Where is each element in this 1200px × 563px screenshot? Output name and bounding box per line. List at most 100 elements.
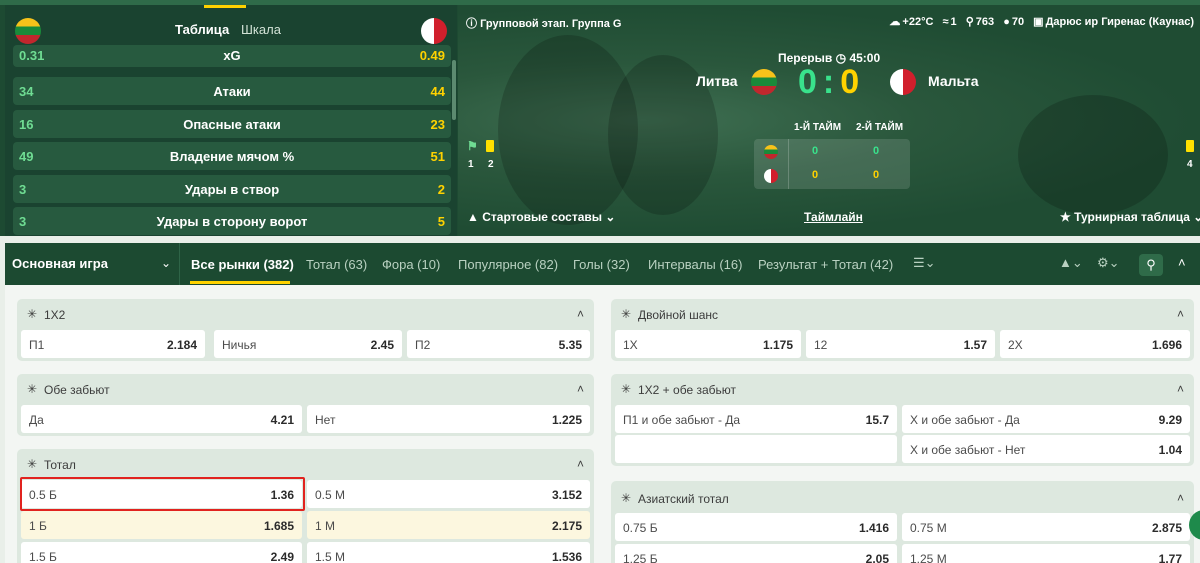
trophy-icon: ★: [1060, 210, 1071, 224]
odd-button[interactable]: Да 4.21: [21, 405, 302, 433]
chevron-down-icon: ⌄: [1193, 210, 1200, 224]
lineups-button[interactable]: ▲ Стартовые составы ⌄: [467, 210, 615, 224]
stats-scrollbar[interactable]: [452, 60, 456, 120]
stat-label: Удары в створ: [184, 182, 280, 197]
standings-button[interactable]: ★ Турнирная таблица ⌄: [1060, 210, 1200, 224]
chevron-up-icon[interactable]: ˄: [577, 382, 584, 396]
tab-popular[interactable]: Популярное (82): [458, 257, 558, 272]
tab-intervals[interactable]: Интервалы (16): [648, 257, 742, 272]
shirt-icon: ▲: [467, 210, 479, 224]
tab-handicap[interactable]: Фора (10): [382, 257, 440, 272]
empty-odd-cell: [615, 435, 897, 463]
bell-icon[interactable]: ▲⌄: [1059, 255, 1083, 271]
corner-flag-icon: ⚑: [467, 139, 478, 153]
background-player-shape: [1018, 95, 1168, 215]
search-button[interactable]: ⚲: [1139, 254, 1163, 276]
match-header: Таблица Шкала 0.31 xG 0.49 34 Атаки 44 1…: [0, 0, 1200, 236]
pin-icon[interactable]: ✳: [27, 457, 37, 471]
tab-table[interactable]: Таблица: [175, 22, 229, 37]
away-yellow-cards: 4: [1187, 159, 1193, 170]
odd-button[interactable]: 1.25 М 1.77: [902, 544, 1190, 563]
yellow-card-icon: [486, 140, 494, 152]
stat-label: Опасные атаки: [183, 117, 281, 132]
stadium-name: Дарюс ир Гиренас (Каунас): [1045, 16, 1194, 28]
odd-button[interactable]: П1 и обе забьют - Да 15.7: [615, 405, 897, 433]
chevron-down-icon: ⌄: [160, 256, 171, 270]
lithuania-flag-icon: [15, 18, 41, 44]
home-corners: 1: [468, 159, 474, 170]
market-header[interactable]: ✳ 1X2 + обе забьют ˄: [611, 374, 1194, 404]
weather-info: ☁ +22°C ≈1 ⚲ 763 ● 70 ▣ Дарюс ир Гиренас (Ка…: [883, 15, 1194, 28]
away-team-name: Мальта: [928, 73, 979, 89]
odd-button[interactable]: 1X 1.175: [615, 330, 801, 358]
tab-total[interactable]: Тотал (63): [306, 257, 367, 272]
pin-icon[interactable]: ✳: [621, 491, 631, 505]
pressure-value: 763: [975, 16, 995, 28]
stat-row: 49 Владение мячом % 51: [13, 142, 451, 170]
odd-button[interactable]: 2X 1.696: [1000, 330, 1190, 358]
odd-button[interactable]: 1.25 Б 2.05: [615, 544, 897, 563]
chevron-up-icon[interactable]: ˄: [577, 457, 584, 471]
odd-button[interactable]: П2 5.35: [407, 330, 590, 358]
market-both-score: ✳ Обе забьют ˄ Да 4.21 Нет 1.225: [17, 374, 594, 436]
chevron-up-icon[interactable]: ˄: [1177, 382, 1184, 396]
stat-row: 34 Атаки 44: [13, 77, 451, 105]
stat-row: 0.31 xG 0.49: [13, 45, 451, 67]
match-panel: ⓘ Групповой этап. Группа G ☁ +22°C ≈1 ⚲ 76…: [458, 5, 1200, 236]
odd-button[interactable]: Ничья 2.45: [214, 330, 402, 358]
stat-away: 44: [430, 84, 445, 99]
odd-button[interactable]: 0.75 Б 1.416: [615, 513, 897, 541]
odd-button[interactable]: 1 М 2.175: [307, 511, 590, 539]
odd-button[interactable]: Х и обе забьют - Да 9.29: [902, 405, 1190, 433]
markets-area: ✳ 1X2 ˄ П1 2.184 Ничья 2.45 П2 5.35 ✳ Двойн…: [5, 285, 1200, 563]
odd-button[interactable]: 1 Б 1.685: [21, 511, 302, 539]
odd-button[interactable]: 12 1.57: [806, 330, 995, 358]
temperature: +22°C: [902, 16, 934, 28]
odd-button[interactable]: Нет 1.225: [307, 405, 590, 433]
cloud-icon: ☁: [889, 16, 901, 28]
away-first-half: 0: [812, 169, 819, 181]
pin-icon[interactable]: ✳: [27, 307, 37, 321]
chevron-up-icon[interactable]: ˄: [577, 307, 584, 321]
odd-button[interactable]: 1.5 М 1.536: [307, 542, 590, 563]
timeline-link[interactable]: Таймлайн: [804, 210, 863, 224]
main-game-dropdown[interactable]: Основная игра ⌄: [5, 243, 180, 285]
active-tab-underline: [190, 281, 290, 284]
tab-underline: [204, 5, 246, 8]
pin-icon[interactable]: ✳: [27, 382, 37, 396]
stat-row: 3 Удары в створ 2: [13, 175, 451, 203]
market-header[interactable]: ✳ 1X2 ˄: [17, 299, 594, 329]
odd-button[interactable]: 1.5 Б 2.49: [21, 542, 302, 563]
pin-icon[interactable]: ✳: [621, 382, 631, 396]
lithuania-flag-icon: [764, 145, 778, 159]
search-icon: ⚲: [1146, 257, 1156, 272]
tab-all-markets[interactable]: Все рынки (382): [191, 257, 294, 272]
odd-button[interactable]: 0.75 М 2.875: [902, 513, 1190, 541]
market-header[interactable]: ✳ Обе забьют ˄: [17, 374, 594, 404]
odd-button[interactable]: Х и обе забьют - Нет 1.04: [902, 435, 1190, 463]
market-header[interactable]: ✳ Двойной шанс ˄: [611, 299, 1194, 329]
half-score-table: 0 0 0 0: [754, 139, 910, 189]
chevron-up-icon[interactable]: ˄: [1177, 307, 1184, 321]
info-icon: ⓘ: [466, 18, 477, 30]
home-yellow-cards: 2: [488, 159, 494, 170]
stat-label: xG: [223, 48, 241, 63]
wind-icon: ≈: [942, 16, 949, 28]
chevron-up-icon[interactable]: ˄: [1177, 491, 1184, 505]
more-menu-icon[interactable]: ☰⌄: [913, 255, 936, 271]
stat-label: Удары в сторону ворот: [156, 214, 308, 229]
odd-button[interactable]: П1 2.184: [21, 330, 205, 358]
tab-result-total[interactable]: Результат + Тотал (42): [758, 257, 893, 272]
stat-label: Атаки: [213, 84, 251, 99]
market-header[interactable]: ✳ Тотал ˄: [17, 449, 594, 479]
tab-scale[interactable]: Шкала: [241, 22, 281, 37]
tab-goals[interactable]: Голы (32): [573, 257, 630, 272]
market-asian-total: ✳ Азиатский тотал ˄ 0.75 Б 1.416 0.75 М 2.…: [611, 481, 1194, 563]
collapse-icon[interactable]: ˄: [1178, 255, 1186, 270]
wind-value: 1: [950, 16, 957, 28]
pin-icon[interactable]: ✳: [621, 307, 631, 321]
market-header[interactable]: ✳ Азиатский тотал ˄: [611, 481, 1194, 513]
market-1x2: ✳ 1X2 ˄ П1 2.184 Ничья 2.45 П2 5.35: [17, 299, 594, 361]
gear-icon[interactable]: ⚙⌄: [1097, 255, 1120, 271]
odd-button[interactable]: 0.5 М 3.152: [307, 480, 590, 508]
